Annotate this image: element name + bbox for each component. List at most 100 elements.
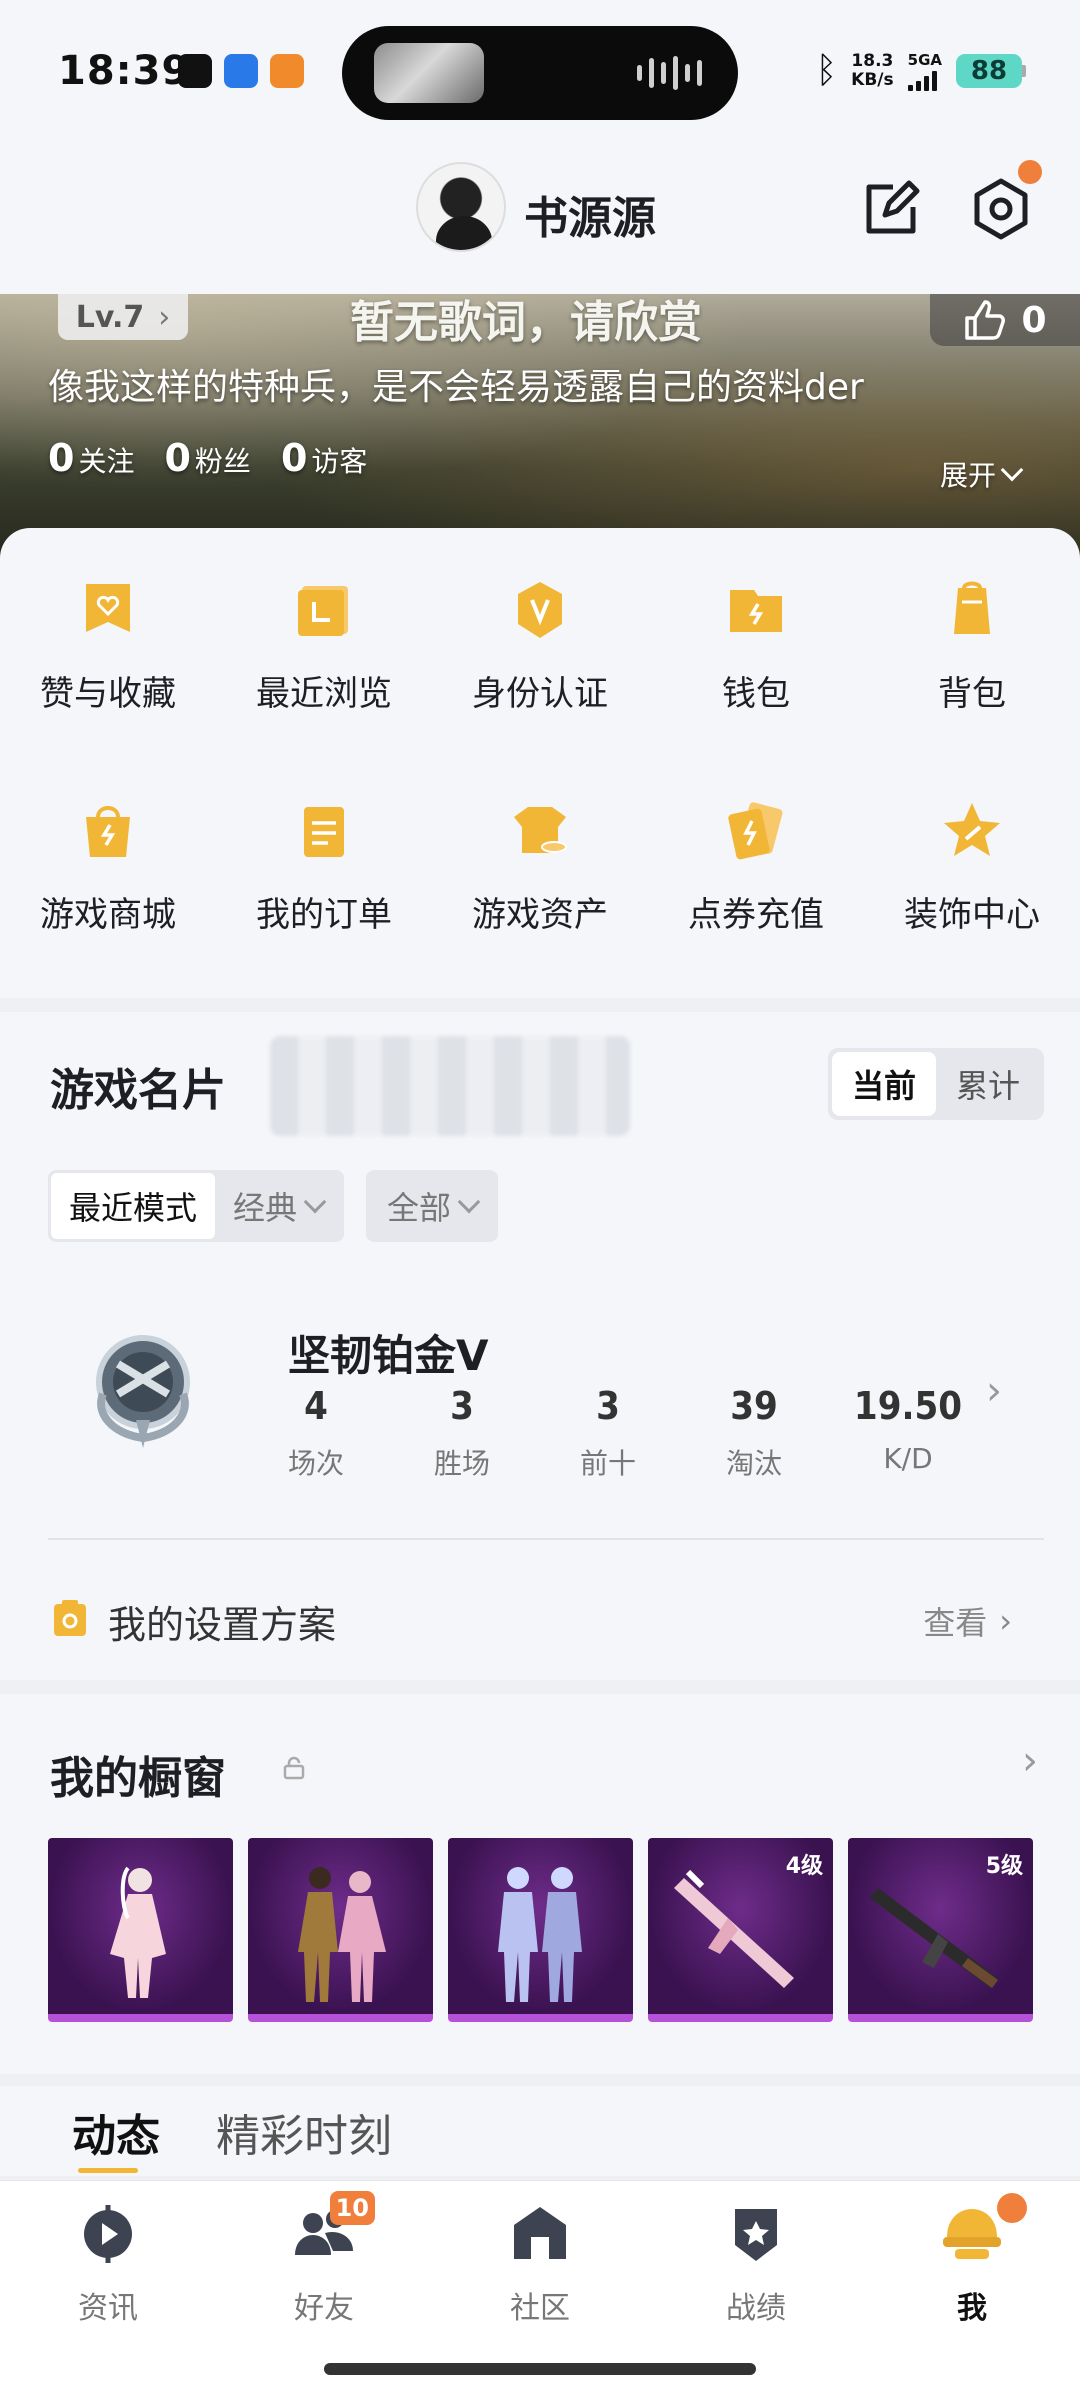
- game-card-title: 游戏名片: [50, 1065, 226, 1116]
- nav-label: 社区: [510, 2291, 570, 2326]
- divider: [48, 1538, 1044, 1540]
- showcase-item[interactable]: [248, 1838, 433, 2022]
- nav-label: 我: [957, 2291, 987, 2326]
- filter-all[interactable]: 全部: [369, 1173, 495, 1239]
- edit-profile-button[interactable]: [856, 174, 926, 244]
- scope-filter-group: 全部: [366, 1170, 499, 1242]
- expand-button[interactable]: 展开: [939, 454, 1024, 494]
- stat-value: 4: [304, 1384, 328, 1428]
- stat-label: 淘汰: [725, 1447, 782, 1480]
- grid-item-verify[interactable]: 身份认证: [432, 574, 648, 715]
- recharge-icon: [720, 795, 792, 867]
- content-tabs: 动态 精彩时刻: [0, 2086, 1080, 2176]
- speed-unit: KB/s: [851, 69, 894, 90]
- status-bar: 18:39 ᛒ 18.3 KB/s 5GA 88: [0, 0, 1080, 140]
- news-icon: [73, 2199, 143, 2269]
- network-type: 5GA: [907, 50, 942, 69]
- battery-icon: 88: [956, 53, 1026, 88]
- signal-bars-icon: [907, 69, 937, 91]
- grid-item-recharge[interactable]: 点券充值: [648, 795, 864, 936]
- nav-label: 战绩: [726, 2291, 786, 2326]
- notification-dot: [1018, 160, 1042, 184]
- grid-item-shop[interactable]: 游戏商城: [0, 795, 216, 936]
- chevron-down-icon: [1000, 458, 1024, 482]
- outfit-figure-icon: [110, 1866, 166, 1998]
- showcase-item[interactable]: 4级: [648, 1838, 833, 2022]
- record-icon: [721, 2199, 791, 2269]
- nav-label: 资讯: [78, 2291, 138, 2326]
- lock-icon: [283, 1756, 305, 1780]
- toggle-total[interactable]: 累计: [936, 1052, 1040, 1116]
- friends-icon: 10: [289, 2191, 375, 2269]
- stat-label: 粉丝: [194, 445, 251, 478]
- avatar[interactable]: [416, 162, 506, 252]
- stat-following[interactable]: 0 关注: [48, 436, 134, 480]
- grid-item-decor[interactable]: 装饰中心: [864, 795, 1080, 936]
- tab-posts[interactable]: 动态: [72, 2100, 160, 2164]
- filter-classic[interactable]: 经典: [215, 1173, 341, 1239]
- grid-label: 钱包: [722, 674, 790, 714]
- stat-label: 胜场: [433, 1447, 490, 1480]
- chevron-right-icon[interactable]: ›: [1022, 1738, 1038, 1784]
- nav-record[interactable]: 战绩: [648, 2199, 864, 2327]
- settings-icon: [974, 178, 1028, 240]
- grid-item-assets[interactable]: 游戏资产: [432, 795, 648, 936]
- nav-friends[interactable]: 10 好友: [216, 2191, 432, 2327]
- rank-summary[interactable]: 坚韧铂金Ⅴ › 4 场次 3 胜场 3 前十 39 淘汰 19.50 K/D: [48, 1314, 1032, 1480]
- dynamic-island[interactable]: [342, 26, 738, 120]
- view-link[interactable]: 查看 ›: [923, 1598, 1012, 1644]
- grid-item-backpack[interactable]: 背包: [864, 574, 1080, 715]
- network-speed: 18.3 KB/s: [851, 50, 894, 90]
- stat-label: 场次: [287, 1447, 344, 1480]
- filter-label: 最近模式: [69, 1189, 198, 1227]
- showcase-item[interactable]: [48, 1838, 233, 2022]
- level-text: Lv.7: [75, 299, 145, 335]
- toggle-current[interactable]: 当前: [832, 1052, 936, 1116]
- grid-label: 游戏资产: [472, 895, 608, 935]
- level-badge[interactable]: Lv.7 ›: [58, 294, 188, 340]
- stat-value: 0: [280, 436, 308, 480]
- friends-badge: 10: [329, 2191, 375, 2225]
- grid-item-wallet[interactable]: 钱包: [648, 574, 864, 715]
- filter-label: 全部: [387, 1189, 452, 1227]
- expand-label: 展开: [939, 459, 996, 492]
- nav-me[interactable]: 我: [864, 2193, 1080, 2327]
- grid-label: 最近浏览: [256, 674, 392, 714]
- stat-visitors[interactable]: 0 访客: [281, 436, 367, 480]
- grid-item-like-collect[interactable]: 赞与收藏: [0, 574, 216, 715]
- filter-recent-mode[interactable]: 最近模式: [51, 1173, 216, 1239]
- assets-icon: [504, 795, 576, 867]
- settings-plan-row[interactable]: 我的设置方案 查看 ›: [48, 1582, 1032, 1652]
- speed-value: 18.3: [851, 50, 894, 71]
- grid-item-recent[interactable]: 最近浏览: [216, 574, 432, 715]
- me-icon: [937, 2193, 1027, 2269]
- audio-wave-icon: [637, 56, 702, 90]
- like-button[interactable]: 0: [930, 294, 1080, 346]
- settings-button[interactable]: [966, 160, 1042, 244]
- nav-community[interactable]: 社区: [432, 2199, 648, 2327]
- chevron-right-icon: ›: [986, 1368, 1002, 1414]
- bluetooth-icon: ᛒ: [815, 50, 838, 91]
- grid-item-orders[interactable]: 我的订单: [216, 795, 432, 936]
- view-label: 查看: [923, 1604, 988, 1642]
- feature-grid-panel: 赞与收藏 最近浏览 身份认证 钱包 背包 游戏商城 我的订单 游戏资产 点券充值…: [0, 528, 1080, 998]
- showcase-panel: 我的橱窗 › 4级 5级: [0, 1694, 1080, 2074]
- nav-label: 好友: [294, 2291, 354, 2326]
- grid-label: 身份认证: [472, 674, 608, 714]
- signal-indicator: 5GA: [907, 50, 942, 91]
- showcase-item[interactable]: [448, 1838, 633, 2022]
- nav-news[interactable]: 资讯: [0, 2199, 216, 2327]
- stat-value: 0: [48, 436, 75, 480]
- decor-icon: [936, 795, 1008, 867]
- lyrics-text: 暂无歌词，请欣赏: [350, 297, 702, 348]
- home-indicator[interactable]: [324, 2363, 756, 2375]
- showcase-item[interactable]: 5级: [848, 1838, 1033, 2022]
- rank-stat-kd: 19.50 K/D: [848, 1384, 968, 1475]
- status-app-icons: [178, 54, 304, 88]
- stat-value: 0: [164, 436, 191, 480]
- stat-value: 3: [450, 1384, 474, 1428]
- bio-text: 像我这样的特种兵，是不会轻易透露自己的资料der: [48, 367, 864, 408]
- tab-highlights[interactable]: 精彩时刻: [216, 2100, 392, 2164]
- stat-fans[interactable]: 0 粉丝: [164, 436, 250, 480]
- rank-stat-top10: 3 前十: [548, 1384, 668, 1482]
